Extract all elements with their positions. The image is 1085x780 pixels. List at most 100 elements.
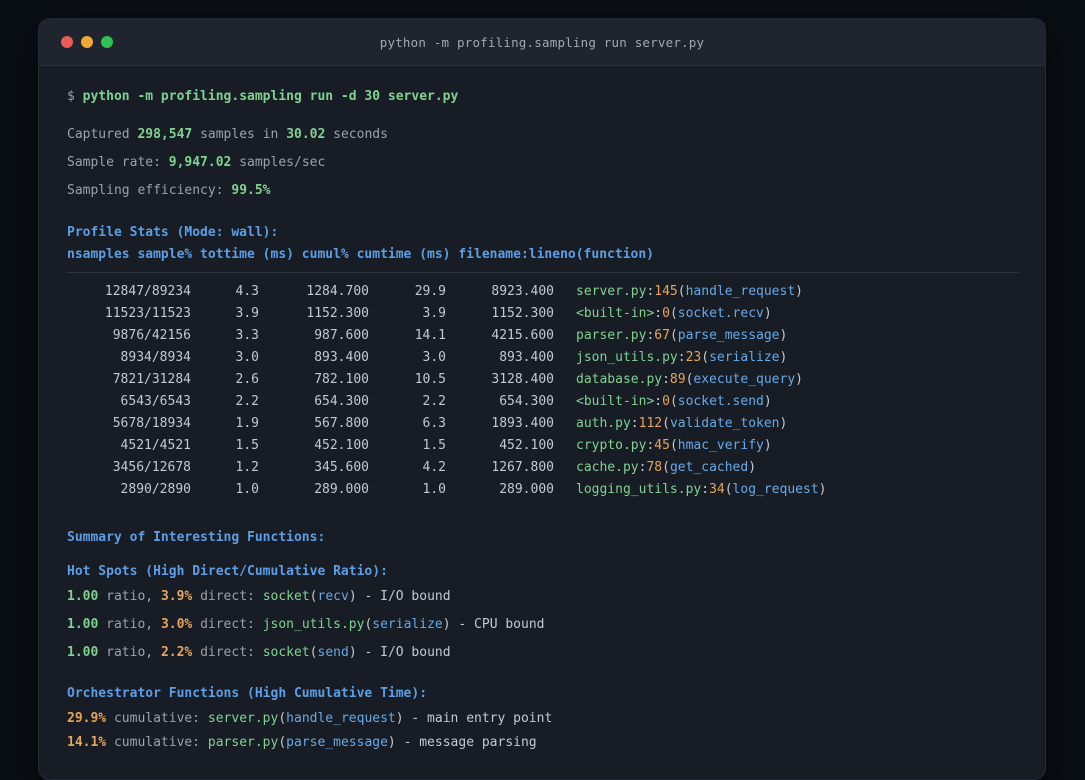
orchestrator-line: 14.1% cumulative: parser.py(parse_messag… [67,732,1017,754]
row-nsamples: 4521/4521 [120,438,191,453]
row-tottime: 893.400 [314,350,369,365]
hotspot-target: socket(recv) [262,589,357,604]
row-cumul-pct: 14.1 [414,328,446,343]
orchestrator-target: server.py(handle_request) [207,711,404,726]
row-location: logging_utils.py:34(log_request) [576,482,827,497]
table-divider [67,272,1019,273]
prompt-symbol: $ [67,89,75,104]
row-tottime: 987.600 [314,328,369,343]
row-sample-pct: 4.3 [235,284,259,299]
captured-duration-value: 30.02 [286,127,326,142]
row-cumul-pct: 1.0 [422,482,446,497]
sample-rate-line: Sample rate: 9,947.02 samples/sec [67,152,1017,174]
row-sample-pct: 3.9 [235,306,259,321]
row-sample-pct: 3.0 [235,350,259,365]
row-nsamples: 2890/2890 [120,482,191,497]
row-cumul-pct: 3.0 [422,350,446,365]
sample-rate-value: 9,947.02 [168,155,232,170]
titlebar: python -m profiling.sampling run server.… [39,19,1045,66]
row-cumtime: 1267.800 [491,460,554,475]
row-tottime: 782.100 [314,372,369,387]
row-sample-pct: 2.2 [235,394,259,409]
row-nsamples: 12847/89234 [104,284,191,299]
table-row: 5678/18934 1.9 567.800 6.3 1893.400 auth.py:1… [67,413,1017,435]
row-nsamples: 11523/11523 [104,306,191,321]
row-sample-pct: 1.9 [235,416,259,431]
hotspot-target: json_utils.py(serialize) [262,617,451,632]
hotspot-direct-label: direct: [200,617,255,632]
captured-samples-value: 298,547 [137,127,193,142]
table-row: 8934/8934 3.0 893.400 3.0 893.400 json_utils.… [67,347,1017,369]
row-cumtime: 893.400 [499,350,554,365]
hotspot-ratio: 1.00 [67,589,99,604]
row-cumul-pct: 10.5 [414,372,446,387]
orchestrator-pct: 29.9% [67,711,107,726]
row-sample-pct: 2.6 [235,372,259,387]
row-location: <built-in>:0(socket.send) [576,394,772,409]
orchestrator-pct: 14.1% [67,735,107,750]
profile-table: 12847/89234 4.3 1284.700 29.9 8923.400 server… [67,281,1017,501]
row-location: database.py:89(execute_query) [576,372,803,387]
row-cumul-pct: 1.5 [422,438,446,453]
captured-label: Captured [67,127,130,142]
table-row: 12847/89234 4.3 1284.700 29.9 8923.400 server… [67,281,1017,303]
hotspots-heading: Hot Spots (High Direct/Cumulative Ratio)… [67,564,388,579]
hotspot-pct: 3.9% [160,589,193,604]
efficiency-value: 99.5% [231,183,271,198]
table-row: 6543/6543 2.2 654.300 2.2 654.300 <built-in>:… [67,391,1017,413]
row-cumtime: 452.100 [499,438,554,453]
summary-heading: Summary of Interesting Functions: [67,530,326,545]
row-location: cache.py:78(get_cached) [576,460,757,475]
captured-line: Captured 298,547 samples in 30.02 second… [67,124,1017,146]
terminal-window: python -m profiling.sampling run server.… [38,18,1046,780]
table-row: 4521/4521 1.5 452.100 1.5 452.100 crypto.py:4… [67,435,1017,457]
hotspot-direct-label: direct: [200,589,255,604]
hotspot-ratio: 1.00 [67,645,99,660]
profile-stats-heading: Profile Stats (Mode: wall): [67,225,279,240]
hotspot-ratio: 1.00 [67,617,99,632]
row-cumtime: 654.300 [499,394,554,409]
hotspot-line: 1.00 ratio, 2.2% direct: socket(send) - … [67,642,1017,664]
row-location: json_utils.py:23(serialize) [576,350,788,365]
command-text: python -m profiling.sampling run -d 30 s… [82,89,459,104]
row-sample-pct: 3.3 [235,328,259,343]
orchestrator-cumulative-label: cumulative: [113,735,201,750]
row-location: parser.py:67(parse_message) [576,328,788,343]
row-tottime: 654.300 [314,394,369,409]
hotspot-note: - I/O bound [364,645,451,660]
terminal-output[interactable]: $ python -m profiling.sampling run -d 30… [39,66,1045,754]
row-cumul-pct: 4.2 [422,460,446,475]
row-sample-pct: 1.2 [235,460,259,475]
row-tottime: 1284.700 [306,284,369,299]
row-sample-pct: 1.0 [235,482,259,497]
window-title: python -m profiling.sampling run server.… [379,34,705,50]
hotspot-pct: 2.2% [160,645,193,660]
row-cumtime: 1152.300 [491,306,554,321]
row-tottime: 289.000 [314,482,369,497]
table-row: 9876/42156 3.3 987.600 14.1 4215.600 parser.p… [67,325,1017,347]
row-cumtime: 1893.400 [491,416,554,431]
orchestrator-line: 29.9% cumulative: server.py(handle_reque… [67,708,1017,730]
efficiency-line: Sampling efficiency: 99.5% [67,180,1017,202]
hotspot-line: 1.00 ratio, 3.9% direct: socket(recv) - … [67,586,1017,608]
row-nsamples: 7821/31284 [112,372,191,387]
row-tottime: 567.800 [314,416,369,431]
captured-unit-label: seconds [333,127,388,142]
table-row: 11523/11523 3.9 1152.300 3.9 1152.300 <built-… [67,303,1017,325]
row-cumul-pct: 3.9 [422,306,446,321]
hotspot-ratio-label: ratio, [106,645,154,660]
hotspot-pct: 3.0% [160,617,193,632]
prompt-line: $ python -m profiling.sampling run -d 30… [67,86,1017,108]
orchestrator-cumulative-label: cumulative: [113,711,201,726]
table-header: nsamples sample% tottime (ms) cumul% cum… [67,247,654,262]
orchestrator-note: - message parsing [403,735,537,750]
hotspot-target: socket(send) [262,645,357,660]
row-cumtime: 3128.400 [491,372,554,387]
row-cumul-pct: 2.2 [422,394,446,409]
row-tottime: 452.100 [314,438,369,453]
hotspot-note: - I/O bound [364,589,451,604]
hotspot-direct-label: direct: [200,645,255,660]
row-location: auth.py:112(validate_token) [576,416,788,431]
row-tottime: 1152.300 [306,306,369,321]
hotspot-ratio-label: ratio, [106,617,154,632]
